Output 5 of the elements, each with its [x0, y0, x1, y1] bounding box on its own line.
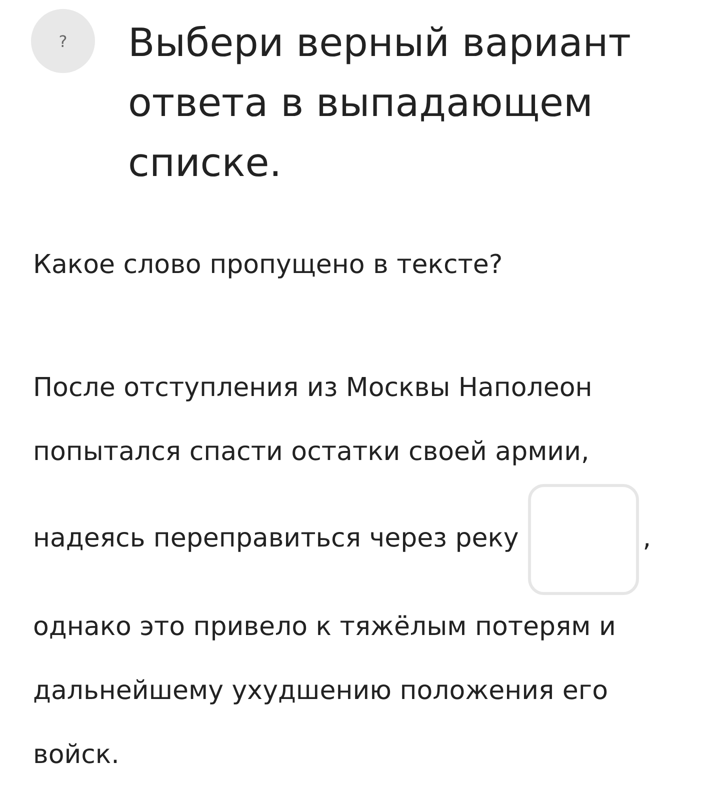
task-title: Выбери верный вариант ответа в выпадающем списке.	[128, 20, 632, 188]
question-text: Какое слово пропущено в тексте?	[33, 249, 504, 282]
answer-dropdown[interactable]	[528, 484, 639, 595]
passage-text: После отступления из Москвы Наполеон попытался спасти остатки своей армии, надеясь переправиться через реку , однако это привело к тяжёлым потерям и дальнейшему ухудшению положения его войск.	[33, 372, 652, 772]
help-button[interactable]: ?	[31, 9, 95, 73]
